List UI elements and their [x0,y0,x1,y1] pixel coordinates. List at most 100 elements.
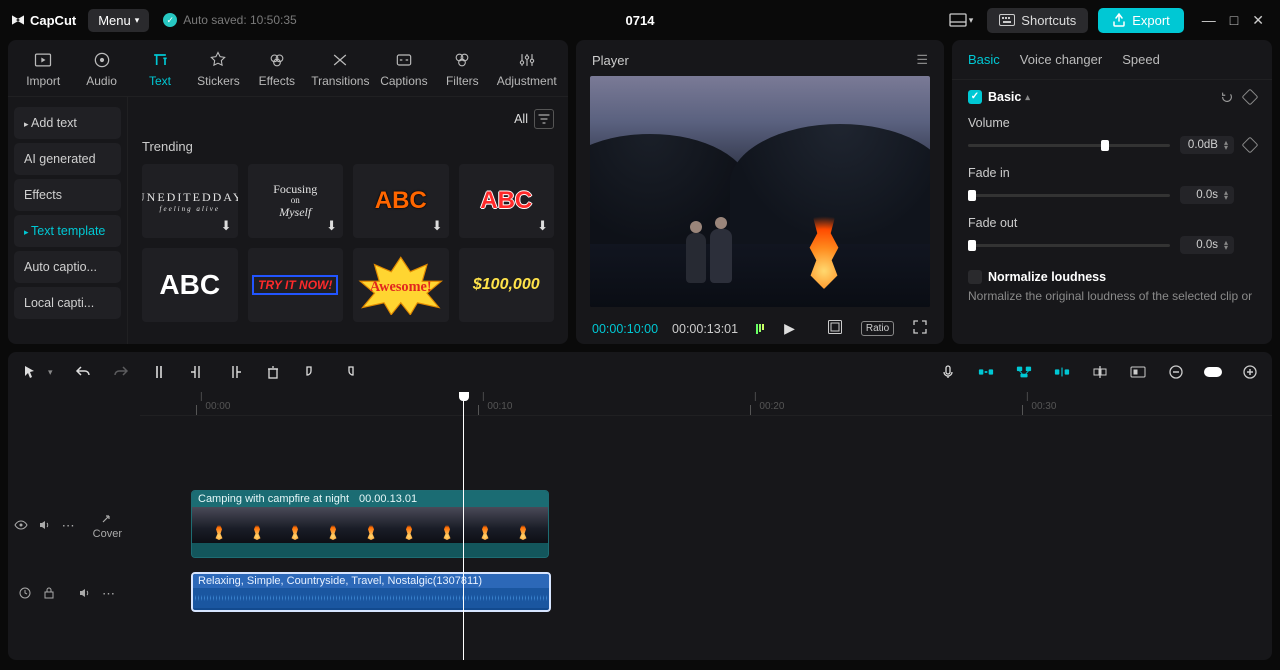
download-icon[interactable]: ⬇ [326,218,337,234]
template-item[interactable]: ABC⬇ [353,164,449,238]
player-panel: Player ☰ 00:00:10:00 00:00:13:01 ▶ Ratio [576,40,944,344]
minimize-button[interactable]: ― [1202,12,1216,29]
tab-audio[interactable]: Audio [74,46,130,96]
download-icon[interactable]: ⬇ [221,218,232,234]
tab-adjustment[interactable]: Adjustment [493,46,561,96]
audio-track: ⋯ Relaxing, Simple, Countryside, Travel,… [8,568,1272,620]
template-item[interactable]: UNEDITEDDAYfeeling alive ⬇ [142,164,238,238]
template-item[interactable]: TRY IT NOW! [248,248,344,322]
fullscreen-button[interactable] [908,317,932,340]
template-item[interactable]: ABC [142,248,238,322]
player-stage[interactable] [590,76,930,307]
delete-right-button[interactable] [225,362,245,382]
ratio-button[interactable]: Ratio [861,321,894,336]
record-voiceover-button[interactable] [938,362,958,382]
normalize-loudness[interactable]: Normalize loudness [968,270,1256,284]
fade-out-label: Fade out [968,216,1256,230]
timecode-total: 00:00:13:01 [672,322,738,336]
tab-voice-changer[interactable]: Voice changer [1020,52,1102,67]
fade-in-value[interactable]: 0.0s▴▾ [1180,186,1234,204]
player-menu-icon[interactable]: ☰ [916,52,928,68]
normalize-description: Normalize the original loudness of the s… [968,288,1256,304]
sidebar-item-ai-generated[interactable]: AI generated [14,143,121,175]
fade-out-value[interactable]: 0.0s▴▾ [1180,236,1234,254]
tab-import[interactable]: Import [15,46,71,96]
timeline-ruler[interactable]: | 00:00 | 00:10 | 00:20 | 00:30 [140,392,1272,416]
cover-button[interactable]: Cover [85,508,130,544]
track-mute-icon[interactable] [78,586,92,603]
timeline[interactable]: | 00:00 | 00:10 | 00:20 | 00:30 ⋯ Cover … [8,392,1272,660]
maximize-button[interactable]: □ [1230,12,1238,29]
tab-effects[interactable]: Effects [249,46,305,96]
split-button[interactable] [149,362,169,382]
mark-out-button[interactable] [339,362,359,382]
cover-button[interactable] [1128,362,1148,382]
volume-value[interactable]: 0.0dB▴▾ [1180,136,1234,154]
filter-dropdown[interactable]: All [514,109,554,129]
magnet-button[interactable] [976,362,996,382]
tab-captions[interactable]: Captions [376,46,432,96]
zoom-in-button[interactable] [1240,362,1260,382]
snapshot-button[interactable] [823,317,847,340]
fade-in-slider[interactable] [968,194,1170,197]
linkage-button[interactable] [1014,362,1034,382]
keyframe-icon[interactable] [1242,137,1259,154]
menu-button[interactable]: Menu ▾ [88,9,149,32]
template-item[interactable]: Awesome! [353,248,449,322]
undo-button[interactable] [73,362,93,382]
basic-checkbox[interactable] [968,90,982,104]
align-button[interactable] [1090,362,1110,382]
preview-axis-button[interactable] [1052,362,1072,382]
tab-text[interactable]: Text [132,46,188,96]
track-lock-icon[interactable] [42,586,56,603]
delete-left-button[interactable] [187,362,207,382]
export-icon [1112,13,1126,27]
play-button[interactable]: ▶ [784,320,795,337]
pointer-tool[interactable] [20,362,40,382]
close-button[interactable]: ✕ [1252,12,1264,29]
reset-icon[interactable] [1220,90,1234,104]
zoom-out-button[interactable] [1166,362,1186,382]
tab-stickers[interactable]: Stickers [190,46,246,96]
video-clip[interactable]: Camping with campfire at night00.00.13.0… [191,490,549,558]
audio-icon [92,50,112,70]
redo-button[interactable] [111,362,131,382]
section-trending: Trending [142,139,554,154]
track-more-icon[interactable]: ⋯ [102,586,115,602]
pointer-dropdown[interactable]: ▾ [46,365,55,380]
keyframe-icon[interactable] [1242,89,1259,106]
fade-out-slider[interactable] [968,244,1170,247]
track-more-icon[interactable]: ⋯ [62,518,75,534]
audio-clip[interactable]: Relaxing, Simple, Countryside, Travel, N… [191,572,551,612]
project-title[interactable]: 0714 [626,13,655,28]
zoom-slider[interactable] [1204,367,1222,377]
tab-basic[interactable]: Basic [968,52,1000,67]
tab-filters[interactable]: Filters [434,46,490,96]
template-item[interactable]: ABC⬇ [459,164,555,238]
track-visibility-icon[interactable] [14,518,28,535]
tab-transitions[interactable]: Transitions [307,46,373,96]
normalize-checkbox[interactable] [968,270,982,284]
sidebar-item-local-captions[interactable]: Local capti... [14,287,121,319]
text-category-list: Add text AI generated Effects Text templ… [8,97,128,344]
sidebar-item-add-text[interactable]: Add text [14,107,121,139]
template-item[interactable]: $100,000 [459,248,555,322]
mark-in-button[interactable] [301,362,321,382]
layout-icon [949,13,967,27]
track-type-icon[interactable] [18,586,32,603]
template-item[interactable]: FocusingonMyself ⬇ [248,164,344,238]
section-basic: Basic ▴ [968,90,1030,104]
volume-slider[interactable] [968,144,1170,147]
download-icon[interactable]: ⬇ [432,218,443,234]
sidebar-item-effects[interactable]: Effects [14,179,121,211]
download-icon[interactable]: ⬇ [537,218,548,234]
shortcuts-button[interactable]: Shortcuts [987,8,1088,33]
sidebar-item-auto-captions[interactable]: Auto captio... [14,251,121,283]
sidebar-item-text-template[interactable]: Text template [14,215,121,247]
layout-button[interactable]: ▾ [945,9,978,31]
track-mute-icon[interactable] [38,518,52,535]
delete-button[interactable] [263,362,283,382]
tab-speed[interactable]: Speed [1122,52,1160,67]
export-button[interactable]: Export [1098,8,1184,33]
playhead[interactable] [463,392,464,660]
